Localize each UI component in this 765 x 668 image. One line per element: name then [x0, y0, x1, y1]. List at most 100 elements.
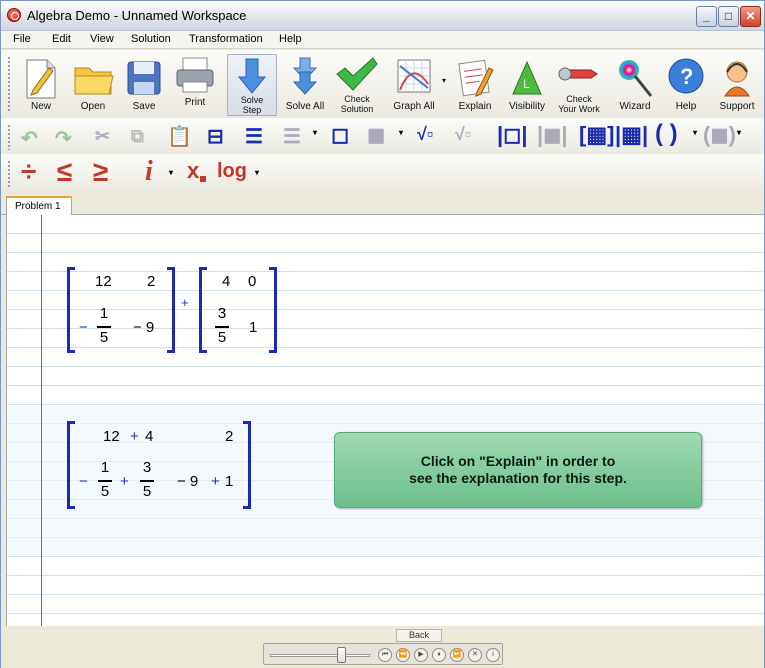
step-player: ⏮ ⏪ ▶ ⏸ ⏩ ✕ i [263, 643, 503, 665]
check-your-work-button[interactable]: Check Your Work [553, 54, 605, 116]
result-r1c1-op: + [130, 428, 139, 445]
matrix-b-r2c2[interactable]: 1 [249, 319, 257, 336]
toolbar-grip-2[interactable] [7, 124, 11, 150]
save-button[interactable]: Save [119, 54, 169, 116]
step-slider-thumb[interactable] [337, 647, 346, 663]
graph-all-button[interactable]: Graph All ▾ [387, 54, 446, 116]
title-bar[interactable]: Algebra Demo - Unnamed Workspace _ □ ✕ [1, 1, 764, 31]
result-r2c2-a[interactable]: − 9 [177, 473, 198, 490]
help-button[interactable]: ? Help [663, 54, 709, 116]
abs-icon[interactable]: |◻| [497, 122, 528, 148]
log-dropdown-icon[interactable]: ▾ [255, 168, 259, 177]
open-button[interactable]: Open [67, 54, 119, 116]
matrix-alt-icon[interactable]: |▦| [615, 122, 648, 148]
stop-button[interactable]: ✕ [468, 648, 482, 662]
back-button[interactable]: Back [396, 629, 442, 642]
abs-filled-icon[interactable]: |◼| [537, 122, 568, 148]
worksheet-area[interactable]: 12 2 − 1 5 − 9 + 4 0 3 5 1 12 + 4 2 − 1 … [6, 215, 764, 645]
matrix-a-right-bracket [167, 267, 175, 353]
result-r1c2[interactable]: 2 [225, 428, 233, 445]
paren-filled-dropdown-icon[interactable]: ▾ [737, 128, 741, 137]
print-button[interactable]: Print [169, 54, 221, 116]
visibility-button[interactable]: L Visibility [501, 54, 553, 116]
maximize-button[interactable]: □ [718, 6, 739, 27]
menu-edit[interactable]: Edit [52, 33, 71, 45]
save-label: Save [132, 101, 156, 112]
subscript-button[interactable]: x [187, 158, 199, 184]
toolbar-grip-3[interactable] [7, 160, 11, 188]
super-dropdown-icon[interactable]: ▾ [399, 128, 403, 137]
paren-dropdown-icon[interactable]: ▾ [693, 128, 697, 137]
new-button[interactable]: New [15, 54, 67, 116]
new-label: New [30, 101, 51, 112]
info-button[interactable]: i [486, 648, 500, 662]
explain-button[interactable]: Explain [451, 54, 499, 116]
align-rows-icon[interactable]: ☰ [245, 124, 263, 149]
matrix-a-r1c1[interactable]: 12 [95, 273, 112, 290]
superscript-box-icon[interactable]: ◻ [331, 122, 349, 148]
superscript-filled-icon[interactable]: ◼ [367, 122, 385, 148]
visibility-label: Visibility [509, 101, 545, 112]
toolbar-grip[interactable] [7, 56, 11, 112]
tab-bar: Problem 1 [1, 193, 764, 216]
imaginary-button[interactable]: i [145, 156, 153, 188]
parentheses-icon[interactable]: ( ) [655, 120, 678, 148]
support-button[interactable]: Support [711, 54, 763, 116]
insert-row-icon[interactable]: ⊟ [207, 124, 224, 149]
play-button[interactable]: ▶ [414, 648, 428, 662]
wizard-button[interactable]: Wizard [611, 54, 659, 116]
plus-operator[interactable]: + [181, 295, 189, 310]
result-r1c1-a[interactable]: 12 [103, 428, 120, 445]
pause-button[interactable]: ⏸ [432, 648, 446, 662]
menu-file[interactable]: File [13, 33, 31, 45]
matrix-a-r2c1-fraction[interactable]: 1 5 [97, 305, 111, 349]
graph-all-label: Graph All [393, 101, 435, 112]
paren-filled-icon[interactable]: (◼) [703, 122, 736, 148]
graph-dropdown-icon[interactable]: ▾ [442, 76, 446, 85]
redo-icon[interactable]: ↷ [55, 126, 72, 151]
menu-transformation[interactable]: Transformation [189, 33, 263, 45]
solve-step-button[interactable]: Solve Step [227, 54, 277, 116]
log-button[interactable]: log [217, 160, 247, 183]
wizard-label: Wizard [619, 101, 651, 112]
root-icon[interactable]: √▫ [417, 124, 433, 145]
graph-icon [397, 59, 431, 93]
explain-hint-callout[interactable]: Click on "Explain" in order to see the e… [334, 432, 702, 508]
cut-icon[interactable]: ✂ [95, 126, 110, 147]
check-solution-button[interactable]: Check Solution [331, 54, 383, 116]
matrix-b-r1c1[interactable]: 4 [222, 273, 230, 290]
rows-dropdown-icon[interactable]: ▾ [313, 128, 317, 137]
matrix-icon[interactable]: [▦] [579, 122, 614, 148]
matrix-a-r2c1-sign: − [79, 319, 88, 336]
result-r1c1-b[interactable]: 4 [145, 428, 153, 445]
result-r2c1-fraction-1[interactable]: 1 5 [98, 459, 112, 503]
first-step-button[interactable]: ⏮ [378, 648, 392, 662]
divide-button[interactable]: ÷ [21, 156, 36, 188]
matrix-b-r2c1-fraction[interactable]: 3 5 [215, 305, 229, 349]
result-r2c1-fraction-2[interactable]: 3 5 [140, 459, 154, 503]
step-slider-track[interactable] [270, 654, 370, 657]
result-r2c2-b[interactable]: 1 [225, 473, 233, 490]
less-equal-button[interactable]: ≤ [57, 156, 72, 188]
close-button[interactable]: ✕ [740, 6, 761, 27]
fraction-denominator: 5 [100, 483, 110, 500]
matrix-a-r1c2[interactable]: 2 [147, 273, 155, 290]
tab-problem-1[interactable]: Problem 1 [6, 196, 72, 216]
nth-root-icon[interactable]: √▫ [455, 124, 471, 145]
menu-view[interactable]: View [90, 33, 114, 45]
greater-equal-button[interactable]: ≥ [93, 156, 108, 188]
rewind-button[interactable]: ⏪ [396, 648, 410, 662]
help-icon: ? [668, 58, 704, 94]
minimize-button[interactable]: _ [696, 6, 717, 27]
fast-forward-button[interactable]: ⏩ [450, 648, 464, 662]
delete-row-icon[interactable]: ☰ [283, 124, 301, 149]
matrix-b-r1c2[interactable]: 0 [248, 273, 256, 290]
paste-icon[interactable]: 📋 [167, 124, 192, 149]
menu-solution[interactable]: Solution [131, 33, 171, 45]
solve-all-button[interactable]: Solve All [279, 54, 331, 116]
imaginary-dropdown-icon[interactable]: ▾ [169, 168, 173, 177]
copy-icon[interactable]: ⧉ [131, 126, 144, 147]
menu-help[interactable]: Help [279, 33, 302, 45]
matrix-a-r2c2[interactable]: − 9 [133, 319, 154, 336]
undo-icon[interactable]: ↶ [21, 126, 38, 151]
